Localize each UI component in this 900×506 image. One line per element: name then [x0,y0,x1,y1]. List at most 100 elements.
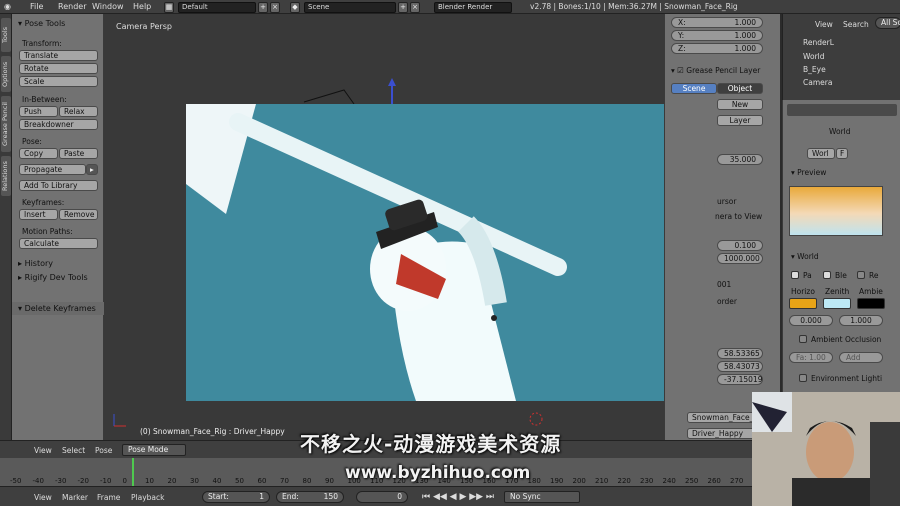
world-panel-header[interactable]: ▾ World [791,252,819,261]
inbetween-label: In-Between: [22,95,67,104]
outliner-row-renderlayers[interactable]: RenderL [803,38,834,47]
timeline-tick-label: 60 [257,477,267,485]
scale-x-field[interactable]: X: 1.000 [671,17,763,28]
tab-relations[interactable]: Relations [1,156,11,196]
translate-button[interactable]: Translate [19,50,98,61]
clip-start-field[interactable]: 0.100 [717,240,763,251]
blender-logo-icon[interactable]: ◉ [4,2,11,11]
horizon-color-swatch[interactable] [789,298,817,309]
remove-scene-icon[interactable]: × [410,2,420,13]
calculate-button[interactable]: Calculate [19,238,98,249]
insert-keyframe-button[interactable]: Insert [19,209,58,220]
paste-pose-button[interactable]: Paste [59,148,98,159]
preview-panel-header[interactable]: ▾ Preview [791,168,826,177]
world-panel-title: World [797,252,819,261]
render-engine-select[interactable]: Blender Render [434,2,512,13]
playback-menu[interactable]: Playback [131,493,164,502]
range-field[interactable]: 1.000 [839,315,883,326]
tab-tools[interactable]: Tools [1,18,11,52]
marker-menu[interactable]: Marker [62,493,88,502]
screen-layout-icon[interactable]: ▦ [164,2,174,13]
tab-grease-pencil[interactable]: Grease Pencil [1,96,11,152]
rotate-button[interactable]: Rotate [19,63,98,74]
outliner-row-camera[interactable]: Camera [803,78,832,87]
outliner-display-select[interactable]: All Sc [875,17,900,29]
collapse-arrow-icon[interactable]: ▾ [18,19,22,28]
select-menu[interactable]: Select [62,446,85,455]
history-panel-header[interactable]: ▸ History [12,257,104,270]
motion-paths-label: Motion Paths: [22,227,73,236]
cursor-x-field[interactable]: 58.53365 [717,348,763,359]
start-value: 1 [259,492,264,501]
playback-controls-icon[interactable]: ⏮ ◀◀ ◀ ▶ ▶▶ ⏭ [422,492,494,502]
outliner-search-menu[interactable]: Search [843,20,869,29]
environment-lighting-checkbox[interactable] [799,374,807,382]
pose-label: Pose: [22,137,42,146]
world-fake-user-button[interactable]: F [836,148,848,159]
timeline-view-menu[interactable]: View [34,493,52,502]
scale-y-field[interactable]: Y: 1.000 [671,30,763,41]
outliner: View Search All Sc RenderL World B_Eye C… [782,14,900,100]
menu-file[interactable]: File [30,2,43,11]
remove-keyframe-button[interactable]: Remove [59,209,98,220]
add-to-library-button[interactable]: Add To Library [19,180,98,191]
grease-new-button[interactable]: New [717,99,763,110]
propagate-menu-arrow-icon[interactable]: ▸ [86,164,98,175]
mode-select[interactable]: Pose Mode [122,444,186,456]
grease-pencil-header[interactable]: ▾ ☑ Grease Pencil Layer [671,66,760,75]
outliner-row-b-eye[interactable]: B_Eye [803,65,826,74]
breakdowner-button[interactable]: Breakdowner [19,119,98,130]
real-sky-checkbox[interactable] [857,271,865,279]
end-frame-field[interactable]: End: 150 [276,491,344,503]
ambient-occlusion-checkbox[interactable] [799,335,807,343]
real-sky-label: Re [869,271,879,280]
ao-factor-field[interactable]: Fa: 1.00 [789,352,833,363]
paper-sky-checkbox[interactable] [791,271,799,279]
pose-menu[interactable]: Pose [95,446,112,455]
relax-button[interactable]: Relax [59,106,98,117]
end-value: 150 [323,492,338,501]
frame-menu[interactable]: Frame [97,493,120,502]
start-frame-field[interactable]: Start: 1 [202,491,270,503]
view-menu[interactable]: View [34,446,52,455]
menu-help[interactable]: Help [133,2,151,11]
ao-blend-select[interactable]: Add [839,352,883,363]
clip-end-field[interactable]: 1000.000 [717,253,763,264]
copy-pose-button[interactable]: Copy [19,148,58,159]
current-frame-indicator[interactable] [132,458,134,486]
grease-scene-tab[interactable]: Scene [671,83,717,94]
delete-keyframes-panel-header[interactable]: ▾ Delete Keyframes [12,302,104,315]
cursor-y-field[interactable]: 58.43073 [717,361,763,372]
world-datablock-field[interactable]: Worl [807,148,835,159]
add-layout-icon[interactable]: + [258,2,268,13]
sync-select[interactable]: No Sync [504,491,580,503]
push-button[interactable]: Push [19,106,58,117]
cursor-z-field[interactable]: -37.15019 [717,374,763,385]
environment-lighting-label[interactable]: Environment Lighti [811,374,882,383]
grease-new-layer-button[interactable]: Layer [717,115,763,126]
ambient-color-swatch[interactable] [857,298,885,309]
blend-sky-checkbox[interactable] [823,271,831,279]
grease-object-tab[interactable]: Object [717,83,763,94]
exposure-field[interactable]: 0.000 [789,315,833,326]
zenith-color-swatch[interactable] [823,298,851,309]
tab-options[interactable]: Options [1,56,11,92]
ambient-occlusion-label[interactable]: Ambient Occlusion [811,335,881,344]
propagate-button[interactable]: Propagate [19,164,86,175]
outliner-view-menu[interactable]: View [815,20,833,29]
3d-viewport[interactable]: Camera Persp (0) Snowman_Face_Rig : Driv… [104,14,664,440]
menu-render[interactable]: Render [58,2,86,11]
menu-window[interactable]: Window [92,2,124,11]
scene-icon[interactable]: ◆ [290,2,300,13]
scale-button[interactable]: Scale [19,76,98,87]
outliner-row-world[interactable]: World [803,52,825,61]
current-frame-field[interactable]: 0 [356,491,408,503]
screen-layout-field[interactable]: Default [178,2,256,13]
add-scene-icon[interactable]: + [398,2,408,13]
scale-z-field[interactable]: Z: 1.000 [671,43,763,54]
properties-context-tabs[interactable] [787,104,897,116]
scene-field[interactable]: Scene [304,2,396,13]
rigify-panel-header[interactable]: ▸ Rigify Dev Tools [12,271,104,284]
lens-field[interactable]: 35.000 [717,154,763,165]
remove-layout-icon[interactable]: × [270,2,280,13]
